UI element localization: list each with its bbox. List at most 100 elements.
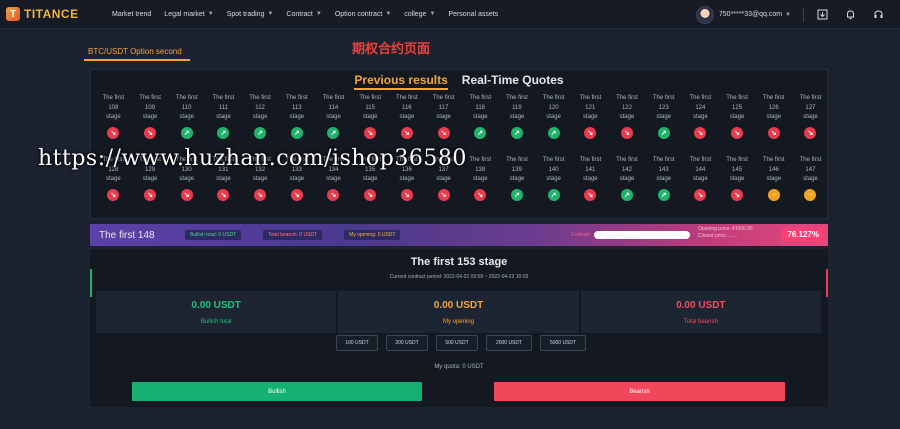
chevron-down-icon[interactable]: ▼	[785, 12, 791, 18]
stage-label: The first	[579, 157, 602, 163]
stat-label: Bullish total	[200, 318, 232, 325]
stage-result-146: The first 146 stage →	[755, 156, 792, 201]
trend-down-icon: ↘	[400, 126, 413, 139]
nav-item-legal-market[interactable]: Legal market ▼	[164, 11, 213, 18]
stage-label: stage	[252, 176, 268, 182]
stage-label: The first	[579, 95, 602, 101]
current-stage-bar: The first 148 Bullish total: 0 USDT Tota…	[90, 224, 828, 246]
order-stage-title: The first 153 stage	[410, 256, 508, 268]
logo[interactable]: T TITANCE	[6, 7, 98, 21]
stage-result-116: The first 116 stage ↘	[389, 94, 426, 139]
stage-label: The first	[432, 95, 455, 101]
stage-label: 123	[658, 104, 669, 111]
stage-label: 127	[805, 104, 816, 111]
current-stage-label: The first 148	[99, 229, 155, 241]
stage-label: 118	[475, 104, 485, 111]
stat-value: 0.00 USDT	[433, 299, 484, 311]
tab-real-time-quotes[interactable]: Real-Time Quotes	[462, 73, 564, 90]
trend-down-icon: ↘	[731, 188, 744, 201]
stage-label: stage	[472, 176, 488, 182]
stage-label: 122	[621, 104, 632, 111]
stage-label: stage	[509, 176, 525, 182]
stage-label: stage	[582, 114, 598, 120]
nav-item-contract[interactable]: Contract ▼	[286, 11, 321, 18]
stage-label: The first	[102, 95, 125, 101]
stage-label: The first	[616, 157, 638, 163]
trend-up-icon: ↗	[474, 126, 487, 139]
trend-down-icon: ↘	[107, 188, 120, 201]
stage-label: 139	[511, 166, 522, 173]
header-right: 750*****33@qq.com ▼	[695, 0, 900, 29]
nav-menu: Market trend Legal market ▼ Spot trading ▼ Co…	[112, 11, 511, 18]
stage-label: The first	[762, 157, 785, 163]
nav-item-label: college	[404, 10, 427, 18]
stage-label: 120	[548, 104, 559, 111]
trend-down-icon: ↘	[180, 188, 193, 201]
stage-label: stage	[509, 114, 525, 120]
bell-icon[interactable]	[844, 9, 856, 21]
stage-label: 111	[218, 104, 228, 111]
stage-label: The first	[689, 95, 712, 101]
nav-item-college[interactable]: college ▼	[404, 11, 435, 18]
stage-label: stage	[106, 114, 121, 120]
stage-label: 146	[768, 166, 779, 173]
stage-result-142: The first 142 stage ↗	[609, 156, 646, 201]
amount-2000-button[interactable]: 2000 USDT	[486, 335, 532, 351]
stage-label: The first	[175, 95, 198, 101]
trend-down-icon: ↘	[400, 188, 413, 201]
download-icon[interactable]	[816, 9, 828, 21]
trend-down-icon: ↘	[767, 126, 780, 139]
stage-label: stage	[766, 176, 782, 182]
stage-label: 124	[695, 104, 706, 111]
stage-result-114: The first 114 stage ↗	[315, 94, 352, 139]
stage-label: 138	[475, 166, 486, 173]
nav-item-spot-trading[interactable]: Spot trading ▼	[227, 11, 274, 18]
stage-result-109: The first 109 stage ↘	[132, 94, 169, 139]
nav-item-label: Spot trading	[226, 10, 265, 18]
nav-item-label: Legal market	[164, 10, 205, 18]
stage-label: stage	[803, 114, 818, 120]
trend-down-icon: ↘	[364, 126, 377, 139]
trend-up-icon: ↗	[180, 126, 193, 139]
trend-down-icon: ↘	[620, 126, 633, 139]
stage-result-141: The first 141 stage ↘	[572, 156, 609, 201]
stage-label: 115	[365, 104, 375, 111]
amount-5000-button[interactable]: 5000 USDT	[540, 335, 586, 351]
stage-label: The first	[542, 95, 565, 101]
stage-label: The first	[396, 95, 418, 101]
stage-label: stage	[179, 176, 195, 182]
bullish-button[interactable]: Bullish	[132, 382, 422, 401]
stage-label: stage	[546, 114, 561, 120]
trend-down-icon: ↘	[584, 188, 597, 201]
nav-item-option-contract[interactable]: Option contract ▼	[335, 11, 391, 18]
tab-btc-usdt-option-second[interactable]: BTC/USDT Option second	[84, 43, 190, 61]
amount-options: 100 USDT 200 USDT 500 USDT 2000 USDT 500…	[336, 335, 586, 351]
amount-200-button[interactable]: 200 USDT	[386, 335, 428, 351]
trend-up-icon: ↗	[547, 126, 560, 139]
trend-down-icon: ↘	[327, 188, 340, 201]
trend-down-icon: ↘	[364, 188, 377, 201]
avatar[interactable]	[695, 5, 714, 24]
stage-label: The first	[616, 95, 638, 101]
amount-500-button[interactable]: 500 USDT	[436, 335, 478, 351]
stage-label: 126	[768, 104, 779, 111]
stage-label: The first	[322, 95, 345, 101]
stage-label: stage	[803, 176, 818, 182]
chevron-down-icon: ▼	[315, 11, 322, 17]
stage-label: 109	[145, 104, 156, 111]
stage-result-139: The first 139 stage ↗	[499, 156, 536, 201]
bearish-button[interactable]: Bearish	[494, 382, 785, 401]
nav-item-label: Personal assets	[448, 10, 499, 18]
nav-item-market-trend[interactable]: Market trend	[112, 11, 151, 18]
stage-label: 145	[732, 166, 743, 173]
stats-row: 0.00 USDT Bullish total 0.00 USDT My ope…	[96, 291, 821, 333]
headset-icon[interactable]	[872, 9, 884, 21]
stage-label: stage	[436, 176, 451, 182]
tab-previous-results[interactable]: Previous results	[354, 73, 448, 90]
trend-down-icon: ↘	[694, 188, 707, 201]
nav-item-personal-assets[interactable]: Personal assets	[448, 11, 498, 18]
amount-100-button[interactable]: 100 USDT	[336, 335, 378, 351]
stage-result-145: The first 145 stage ↘	[719, 156, 756, 201]
stage-label: 143	[658, 166, 669, 173]
user-email[interactable]: 750*****33@qq.com	[719, 11, 782, 18]
